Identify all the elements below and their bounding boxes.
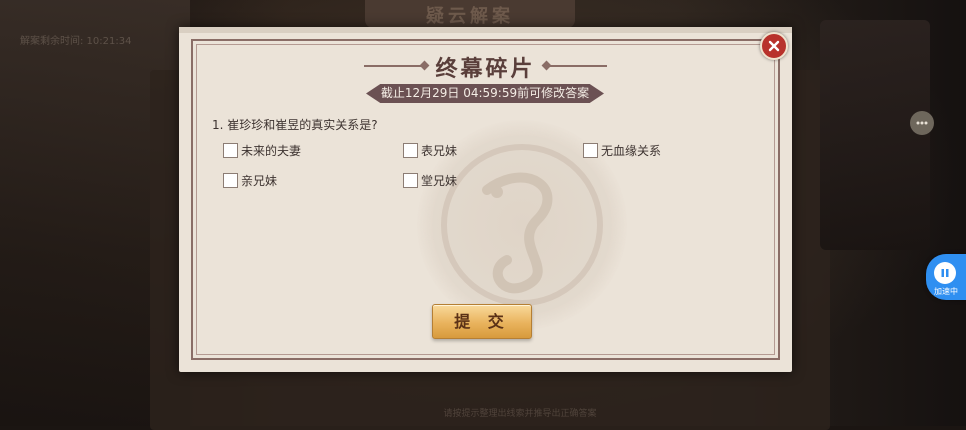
dialog-top-strip <box>179 27 792 33</box>
option-label: 无血缘关系 <box>601 144 662 158</box>
background-decoration <box>820 20 930 250</box>
option-future-spouses[interactable]: 未来的夫妻 <box>223 142 301 159</box>
background-timer: 解案剩余时间: 10:21:34 <box>20 36 132 47</box>
background-footer-text: 请按提示整理出线索并推导出正确答案 <box>443 409 597 419</box>
chat-button[interactable] <box>910 111 934 135</box>
deadline-banner: 截止12月29日 04:59:59前可修改答案 <box>366 84 604 103</box>
dialog-title: 终幕碎片 <box>435 57 536 82</box>
option-label: 未来的夫妻 <box>241 144 302 158</box>
checkbox[interactable] <box>403 143 418 158</box>
background-title: 疑云解案 <box>426 6 514 27</box>
checkbox[interactable] <box>223 173 238 188</box>
checkbox[interactable] <box>583 143 598 158</box>
option-siblings[interactable]: 亲兄妹 <box>223 172 277 189</box>
question-text: 1. 崔珍珍和崔昱的真实关系是? <box>212 118 378 132</box>
close-icon <box>768 40 780 52</box>
option-label: 表兄妹 <box>421 144 458 158</box>
option-no-blood-relation[interactable]: 无血缘关系 <box>583 142 661 159</box>
option-cousins-paternal[interactable]: 堂兄妹 <box>403 172 457 189</box>
title-ornament-right <box>547 65 607 67</box>
pause-button[interactable] <box>934 262 956 284</box>
quiz-dialog: 终幕碎片 截止12月29日 04:59:59前可修改答案 1. 崔珍珍和崔昱的真… <box>179 27 792 372</box>
speed-label: 加速中 <box>934 287 958 296</box>
pause-icon <box>941 269 949 277</box>
option-label: 亲兄妹 <box>241 174 278 188</box>
submit-button[interactable]: 提 交 <box>432 304 532 339</box>
close-button[interactable] <box>760 32 788 60</box>
chat-bubble-icon <box>916 121 928 125</box>
option-label: 堂兄妹 <box>421 174 458 188</box>
checkbox[interactable] <box>223 143 238 158</box>
speed-up-widget[interactable]: 加速中 <box>926 254 966 300</box>
checkbox[interactable] <box>403 173 418 188</box>
option-cousins-maternal[interactable]: 表兄妹 <box>403 142 457 159</box>
